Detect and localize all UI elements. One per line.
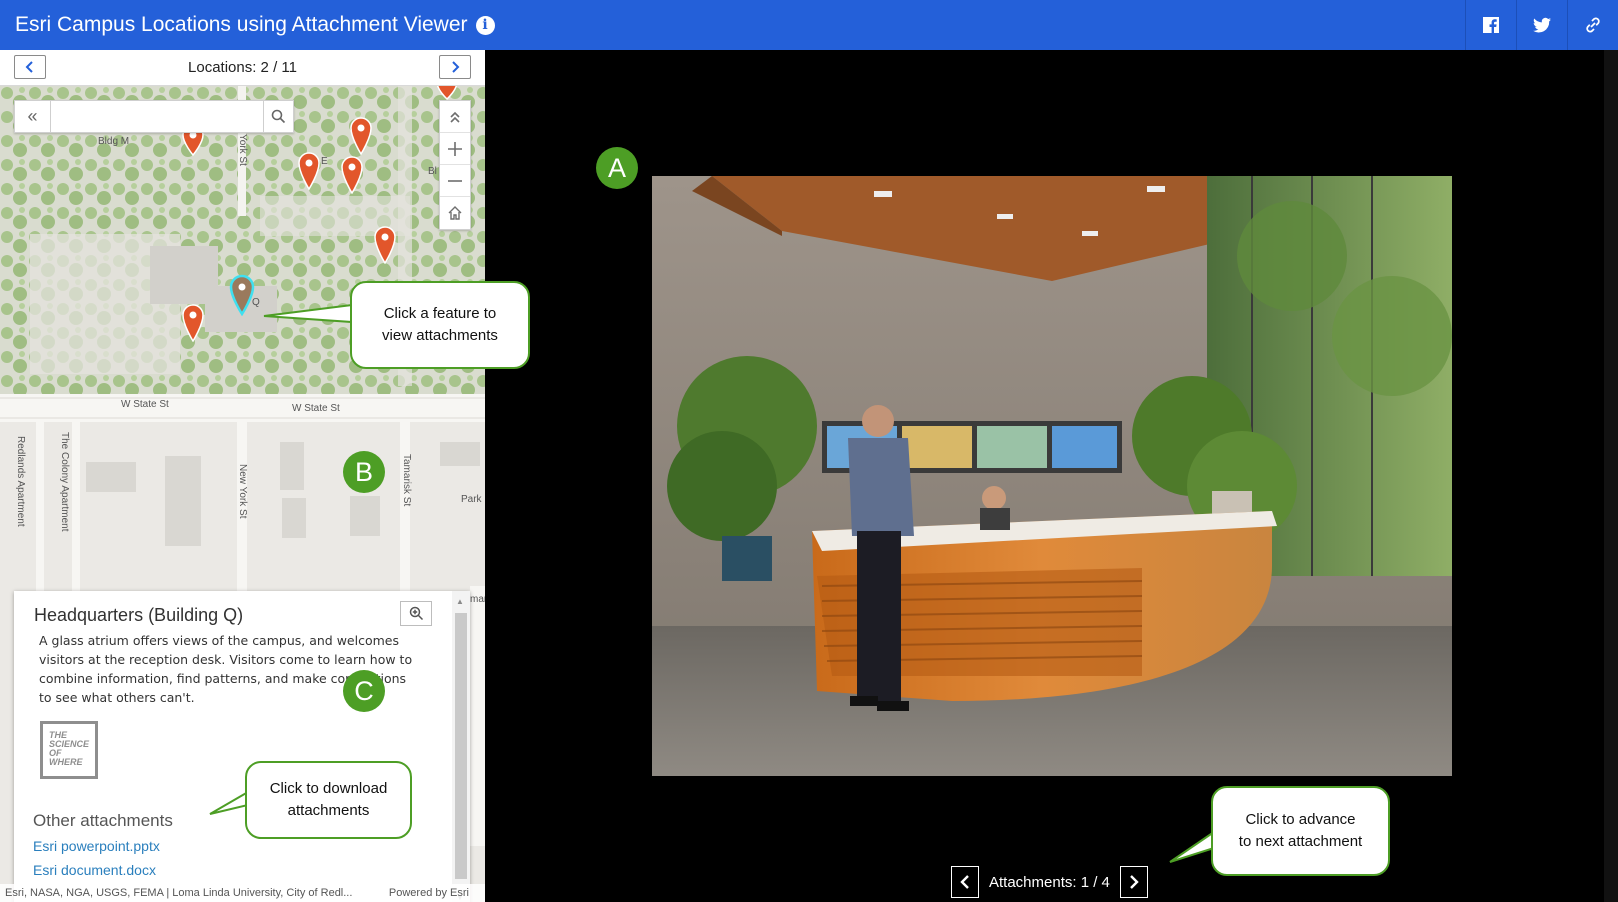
logo-text: THE SCIENCE OF WHERE bbox=[49, 730, 90, 767]
science-of-where-logo: THE SCIENCE OF WHERE bbox=[40, 721, 98, 779]
other-attachments-heading: Other attachments bbox=[33, 811, 173, 830]
attachment-navigator: Attachments: 1 / 4 bbox=[951, 866, 1148, 898]
left-panel: Locations: 2 / 11 Bldg M York St E Bl Q … bbox=[0, 50, 485, 902]
facebook-share-button[interactable] bbox=[1465, 0, 1516, 50]
search-input[interactable] bbox=[51, 101, 263, 132]
map-label-mar: mar bbox=[470, 594, 485, 605]
callout-line: Click to download bbox=[269, 780, 388, 797]
location-navigator: Locations: 2 / 11 bbox=[0, 50, 485, 86]
double-chevron-up-icon bbox=[450, 111, 460, 123]
attachment-image bbox=[652, 176, 1452, 776]
plus-icon bbox=[448, 141, 462, 156]
search-button[interactable] bbox=[263, 101, 293, 132]
map-controls bbox=[439, 100, 471, 230]
next-location-button[interactable] bbox=[439, 55, 471, 79]
callout-line: Click to advance bbox=[1245, 811, 1356, 828]
location-counter: Locations: 2 / 11 bbox=[188, 59, 297, 76]
map-label-park: Park bbox=[461, 494, 482, 505]
zoom-to-button[interactable] bbox=[400, 601, 432, 626]
map-pin[interactable] bbox=[341, 156, 363, 194]
popup-scrollbar[interactable]: ▲ ▼ bbox=[452, 591, 470, 902]
twitter-icon bbox=[1533, 17, 1551, 33]
attachment-counter: Attachments: 1 / 4 bbox=[989, 873, 1110, 891]
callout-line: view attachments bbox=[382, 327, 498, 344]
minus-icon bbox=[448, 179, 462, 182]
selected-map-pin[interactable] bbox=[228, 274, 256, 316]
annotation-marker-c: C bbox=[343, 670, 385, 712]
scrollbar-thumb[interactable] bbox=[455, 613, 467, 879]
zoom-in-magnifier-icon bbox=[409, 606, 423, 621]
map-search: « bbox=[14, 100, 294, 133]
map-attribution: Esri, NASA, NGA, USGS, FEMA | Loma Linda… bbox=[0, 884, 485, 902]
home-icon bbox=[448, 206, 462, 220]
annotation-marker-a: A bbox=[596, 147, 638, 189]
map-label-redlands-apartment: Redlands Apartment bbox=[15, 436, 26, 527]
map-label-colony-apartment: The Colony Apartment bbox=[59, 432, 70, 532]
map-label-new-york-st: New York St bbox=[237, 464, 248, 519]
map-label-york-st: York St bbox=[237, 134, 248, 166]
callout-line: attachments bbox=[287, 802, 370, 819]
map-pin[interactable] bbox=[182, 304, 204, 342]
powered-by: Powered by Esri bbox=[388, 887, 469, 899]
zoom-in-button[interactable] bbox=[440, 133, 470, 165]
callout-advance: Click to advance to next attachment bbox=[1211, 786, 1390, 876]
next-attachment-button[interactable] bbox=[1119, 866, 1148, 898]
map-pin[interactable] bbox=[374, 226, 396, 264]
expand-button[interactable] bbox=[440, 101, 470, 133]
attachment-link[interactable]: Esri document.docx bbox=[33, 862, 156, 878]
map-label-w-state-st-2: W State St bbox=[292, 403, 340, 414]
info-icon[interactable]: i bbox=[475, 15, 495, 35]
app-title: Esri Campus Locations using Attachment V… bbox=[15, 13, 468, 36]
attachment-viewer: Attachments: 1 / 4 bbox=[485, 50, 1618, 902]
link-icon bbox=[1586, 17, 1600, 33]
copy-link-button[interactable] bbox=[1567, 0, 1618, 50]
map-pin[interactable] bbox=[298, 152, 320, 190]
popup-title: Headquarters (Building Q) bbox=[34, 605, 244, 625]
map-pin[interactable] bbox=[350, 117, 372, 155]
chevron-left-icon bbox=[960, 875, 969, 889]
home-button[interactable] bbox=[440, 197, 470, 229]
scroll-up-icon[interactable]: ▲ bbox=[456, 597, 464, 606]
callout-click-feature: Click a feature to view attachments bbox=[350, 281, 530, 369]
facebook-icon bbox=[1483, 17, 1499, 33]
map-label-bldg-bl: Bl bbox=[428, 166, 437, 177]
app-header: Esri Campus Locations using Attachment V… bbox=[0, 0, 1618, 50]
viewer-scrollbar[interactable] bbox=[1604, 50, 1618, 902]
map-label-bldg-m: Bldg M bbox=[98, 136, 130, 147]
callout-download: Click to download attachments bbox=[245, 761, 412, 839]
annotation-marker-b: B bbox=[343, 451, 385, 493]
chevron-right-icon bbox=[452, 61, 460, 73]
attachment-link[interactable]: Esri powerpoint.pptx bbox=[33, 838, 160, 854]
zoom-out-button[interactable] bbox=[440, 165, 470, 197]
reception-photo bbox=[652, 176, 1452, 776]
twitter-share-button[interactable] bbox=[1516, 0, 1567, 50]
map-pin[interactable] bbox=[436, 86, 458, 100]
map-label-tamarisk-st: Tamarisk St bbox=[401, 454, 412, 507]
feature-popup: Headquarters (Building Q) A glass atrium… bbox=[14, 591, 470, 902]
previous-attachment-button[interactable] bbox=[951, 866, 979, 898]
search-icon bbox=[271, 109, 286, 124]
chevron-right-icon bbox=[1130, 875, 1139, 889]
share-bar bbox=[1465, 0, 1618, 50]
map-view[interactable]: Bldg M York St E Bl Q W State St W State… bbox=[0, 86, 485, 902]
collapse-panel-button[interactable]: « bbox=[15, 101, 51, 132]
map-label-w-state-st: W State St bbox=[121, 399, 169, 410]
map-label-bldg-e: E bbox=[321, 156, 328, 167]
callout-line: Click a feature to bbox=[383, 305, 497, 322]
callout-line: to next attachment bbox=[1238, 833, 1363, 850]
attribution-text: Esri, NASA, NGA, USGS, FEMA | Loma Linda… bbox=[5, 887, 353, 899]
